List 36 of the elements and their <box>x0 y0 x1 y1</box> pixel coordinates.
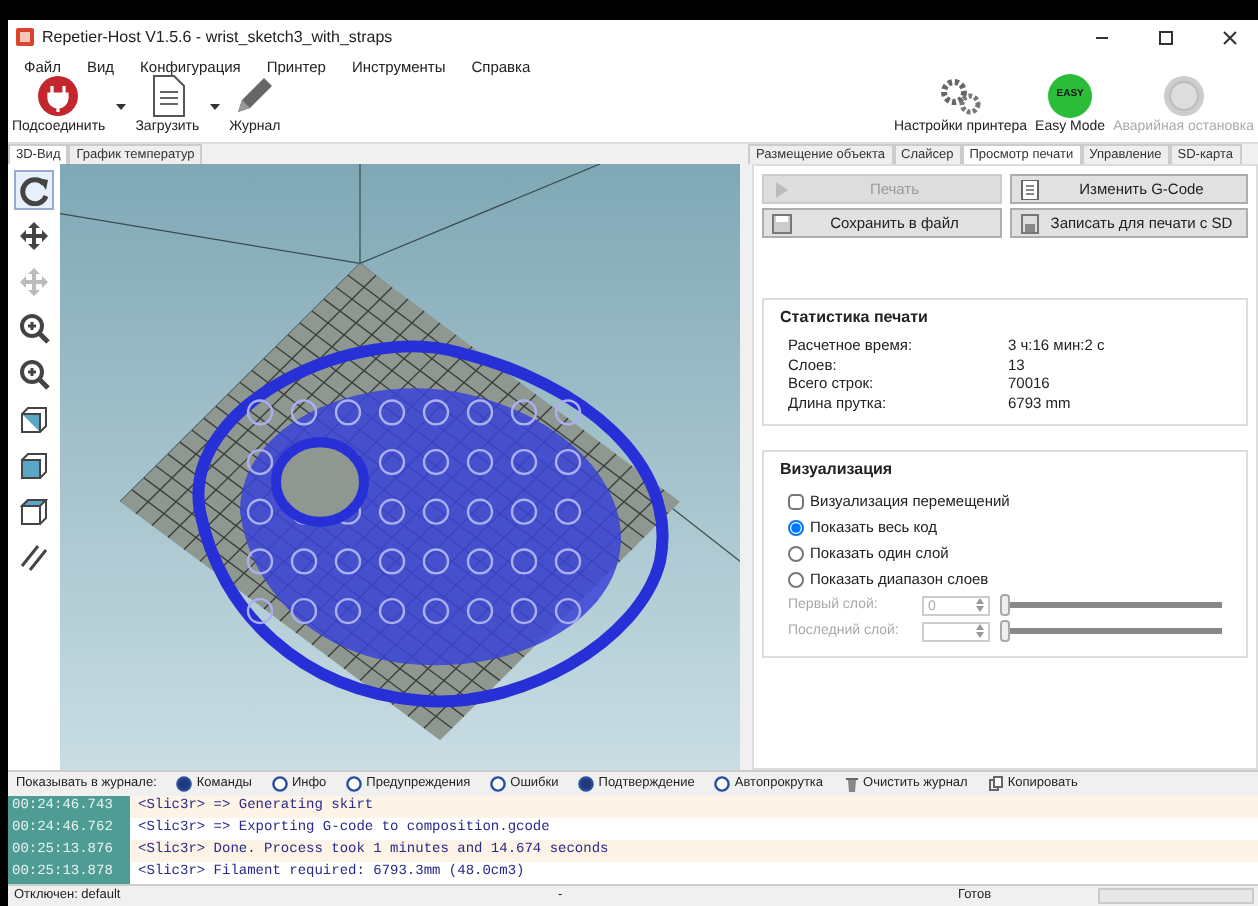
group-title: Визуализация <box>780 458 895 482</box>
parallel-lines-icon <box>18 542 50 574</box>
checkbox[interactable] <box>788 493 804 509</box>
zoom-in-icon <box>18 312 50 344</box>
gears-icon <box>936 73 985 117</box>
group-title: Статистика печати <box>780 306 930 330</box>
spin-arrows-icon[interactable] <box>976 623 984 637</box>
dropdown-caret-icon[interactable] <box>209 103 220 110</box>
radio-button[interactable] <box>788 571 804 587</box>
radio-button[interactable] <box>788 519 804 535</box>
window-title: Repetier-Host V1.5.6 - wrist_sketch3_with_straps <box>42 25 393 49</box>
slider-thumb[interactable] <box>1000 594 1010 616</box>
app-logo-icon <box>16 28 34 46</box>
view-tool-button[interactable] <box>14 170 54 210</box>
sd-card-icon <box>1019 213 1039 233</box>
trash-icon <box>843 776 860 792</box>
pencil-icon <box>232 73 277 117</box>
zoom-icon <box>18 358 50 390</box>
copy-icon <box>987 776 1004 792</box>
cube-icon <box>18 404 50 436</box>
rotate-icon <box>18 174 50 206</box>
slider-thumb[interactable] <box>1000 620 1010 642</box>
dropdown-caret-icon[interactable] <box>115 103 126 110</box>
view-tool-button[interactable] <box>14 308 54 348</box>
spin-field[interactable] <box>922 621 990 641</box>
radio-button[interactable] <box>788 545 804 561</box>
close-icon[interactable] <box>1222 29 1238 45</box>
maximize-icon[interactable] <box>1158 29 1174 45</box>
cube-icon <box>18 450 50 482</box>
spin-arrows-icon[interactable] <box>976 597 984 611</box>
cube-icon <box>18 496 50 528</box>
move-arrows-icon <box>18 266 50 298</box>
document-icon <box>1019 179 1039 199</box>
move-arrows-icon <box>18 220 50 252</box>
play-icon <box>772 179 792 199</box>
view-tool-button[interactable] <box>14 354 54 394</box>
